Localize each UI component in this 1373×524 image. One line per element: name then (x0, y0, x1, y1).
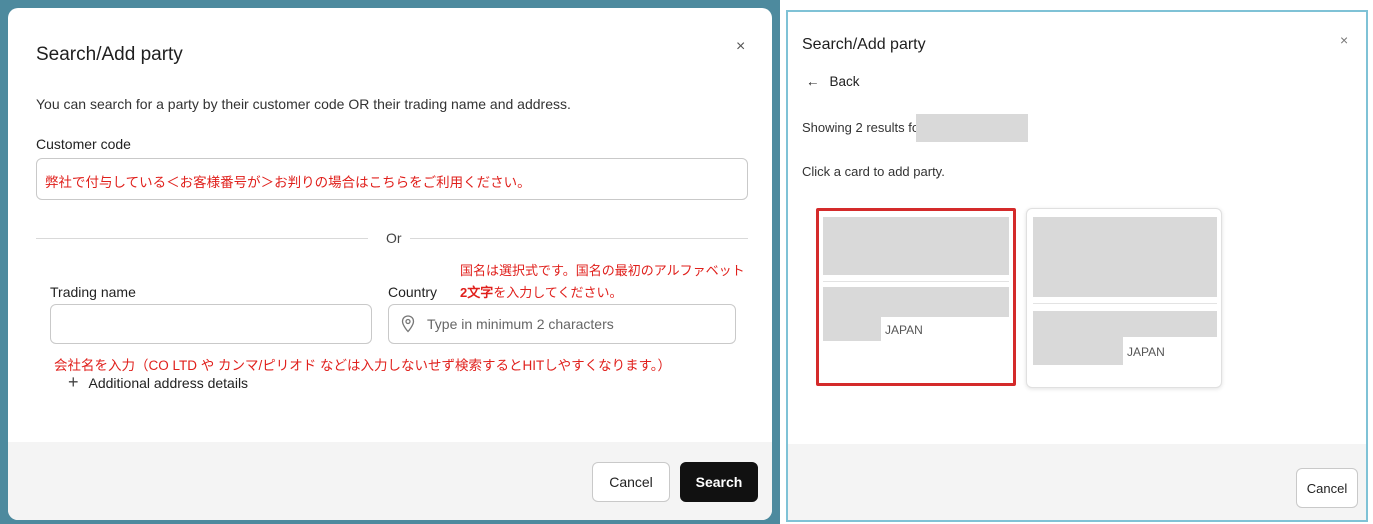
trading-name-label: Trading name (50, 284, 136, 300)
plus-icon: + (68, 372, 79, 392)
results-count-text: Showing 2 results for (802, 120, 924, 135)
country-annotation-line2: 2文字を入力してください。 (460, 282, 745, 304)
customer-code-label: Customer code (36, 136, 131, 152)
card-divider (823, 281, 1009, 282)
search-results-dialog: Search/Add party × ← Back Showing 2 resul… (786, 10, 1368, 522)
result-card-selected[interactable]: JAPAN (816, 208, 1016, 386)
or-divider-text: Or (386, 230, 402, 246)
search-add-party-dialog: Search/Add party × You can search for a … (8, 8, 772, 520)
or-divider-left (36, 238, 368, 239)
card-divider (1033, 303, 1217, 304)
search-button[interactable]: Search (680, 462, 758, 502)
country-annotation-line1: 国名は選択式です。国名の最初のアルファベット (460, 263, 745, 278)
customer-code-input[interactable]: 弊社で付与している＜お客様番号が＞お判りの場合はこちらをご利用ください。 (36, 158, 748, 200)
trading-name-annotation: 会社名を入力（CO LTD や カンマ/ピリオド などは入力しないせず検索すると… (54, 358, 672, 373)
trading-name-input[interactable] (50, 304, 372, 344)
card-country: JAPAN (1127, 345, 1165, 359)
redacted-party-name (823, 217, 1009, 275)
customer-code-annotation: 弊社で付与している＜お客様番号が＞お判りの場合はこちらをご利用ください。 (45, 175, 531, 190)
country-placeholder: Type in minimum 2 characters (427, 316, 614, 332)
country-label: Country (388, 284, 438, 300)
close-icon[interactable]: × (736, 38, 745, 56)
back-arrow-icon: ← (806, 74, 820, 89)
card-country: JAPAN (885, 323, 923, 337)
click-card-instruction: Click a card to add party. (802, 164, 945, 179)
close-icon[interactable]: × (1340, 32, 1348, 48)
back-link[interactable]: ← Back (806, 74, 860, 89)
cancel-button[interactable]: Cancel (1296, 468, 1358, 508)
redacted-address (1033, 311, 1217, 337)
additional-address-toggle[interactable]: + Additional address details (68, 372, 248, 393)
results-dialog-title: Search/Add party (802, 36, 926, 53)
redacted-address (823, 287, 1009, 317)
location-pin-icon (401, 315, 415, 333)
country-annotation-bold: 2文字 (460, 285, 494, 300)
redacted-address (823, 317, 881, 341)
dialog-title: Search/Add party (36, 44, 183, 65)
left-dialog-backdrop: Search/Add party × You can search for a … (0, 0, 780, 524)
country-input[interactable]: Type in minimum 2 characters (388, 304, 736, 344)
additional-address-label: Additional address details (88, 375, 249, 391)
cancel-button[interactable]: Cancel (592, 462, 670, 502)
redacted-address (1033, 337, 1123, 365)
country-annotation: 国名は選択式です。国名の最初のアルファベット 2文字を入力してください。 (460, 260, 745, 304)
back-label: Back (829, 74, 860, 89)
country-annotation-rest: を入力してください。 (493, 285, 623, 300)
result-card[interactable]: JAPAN (1026, 208, 1222, 388)
redacted-search-term (916, 114, 1028, 142)
dialog-footer: Cancel Search (8, 442, 772, 520)
dialog-description: You can search for a party by their cust… (36, 96, 571, 112)
redacted-party-name (1033, 217, 1217, 297)
or-divider-right (410, 238, 748, 239)
results-dialog-footer: Cancel (788, 444, 1366, 520)
